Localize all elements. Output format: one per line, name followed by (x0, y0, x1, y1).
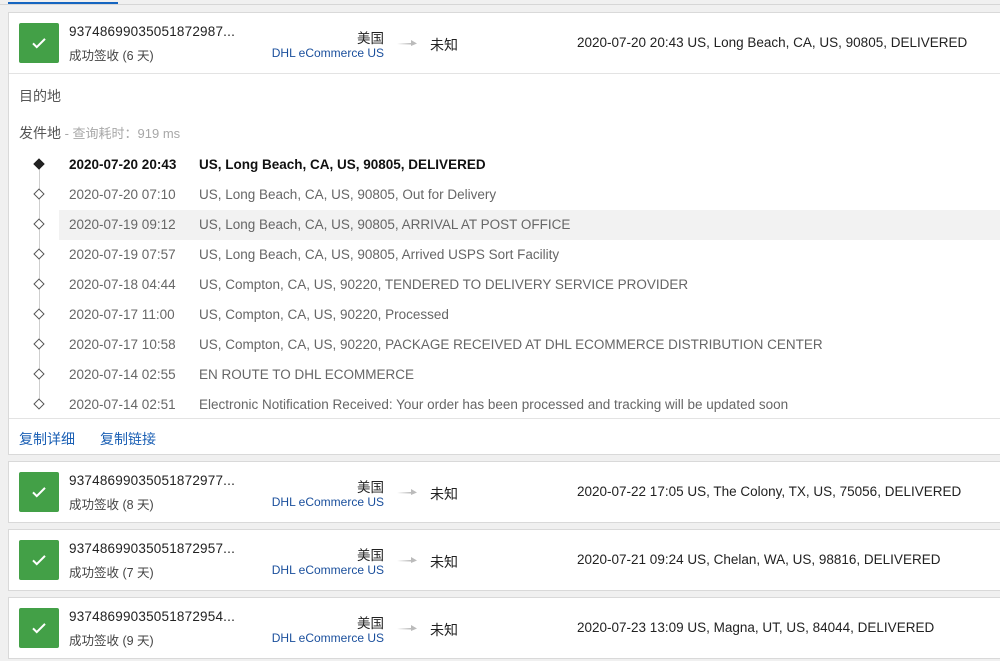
arrow-right-icon (397, 40, 417, 46)
event-date: 2020-07-20 07:10 (69, 187, 176, 202)
card-header[interactable]: 93748699035051872977... 成功签收 (8 天) 美国 DH… (9, 462, 1000, 522)
card-actions: 复制详细 复制链接 (9, 418, 1000, 454)
copy-link-link[interactable]: 复制链接 (100, 429, 156, 449)
diamond-icon (33, 188, 45, 200)
delivered-check-icon (19, 608, 59, 648)
delivery-status: 成功签收 (6 天) (69, 49, 154, 63)
delivered-check-icon (19, 472, 59, 512)
destination-country: 未知 (430, 37, 458, 53)
destination-country: 未知 (430, 622, 458, 638)
event-desc: Electronic Notification Received: Your o… (199, 397, 789, 412)
event-date: 2020-07-17 10:58 (69, 337, 176, 352)
tracking-number[interactable]: 93748699035051872954... (69, 609, 235, 624)
event-date: 2020-07-19 07:57 (69, 247, 176, 262)
timeline-event: 2020-07-20 07:10 US, Long Beach, CA, US,… (9, 180, 1000, 210)
tracking-card-4[interactable]: 93748699035051872954... 成功签收 (9 天) 美国 DH… (8, 597, 1000, 659)
delivery-status: 成功签收 (7 天) (69, 566, 154, 580)
latest-event: 2020-07-23 13:09 US, Magna, UT, US, 8404… (577, 620, 935, 635)
query-time: - 查询耗时：919 ms (61, 126, 181, 141)
timeline-event: 2020-07-14 02:55 EN ROUTE TO DHL ECOMMER… (9, 360, 1000, 390)
origin-country: 美国 (357, 31, 384, 46)
latest-event: 2020-07-21 09:24 US, Chelan, WA, US, 988… (577, 552, 941, 567)
delivered-check-icon (19, 23, 59, 63)
copy-details-link[interactable]: 复制详细 (19, 429, 75, 449)
carrier-link[interactable]: DHL eCommerce US (272, 495, 384, 509)
arrow-right-icon (397, 625, 417, 631)
diamond-icon (33, 218, 45, 230)
timeline-event: 2020-07-14 02:51 Electronic Notification… (9, 390, 1000, 420)
event-date: 2020-07-19 09:12 (69, 217, 176, 232)
tab-bar-divider (0, 4, 1000, 5)
diamond-icon (33, 308, 45, 320)
event-desc: US, Compton, CA, US, 90220, PACKAGE RECE… (199, 337, 823, 352)
destination-country: 未知 (430, 554, 458, 570)
event-date: 2020-07-14 02:55 (69, 367, 176, 382)
tracking-number[interactable]: 93748699035051872977... (69, 473, 235, 488)
origin-country: 美国 (357, 548, 384, 563)
timeline-event: 2020-07-19 07:57 US, Long Beach, CA, US,… (9, 240, 1000, 270)
origin-label: 发件地 - 查询耗时：919 ms (19, 123, 180, 143)
diamond-filled-icon (33, 158, 45, 170)
event-desc: US, Long Beach, CA, US, 90805, Arrived U… (199, 247, 560, 262)
timeline: 2020-07-20 20:43 US, Long Beach, CA, US,… (9, 150, 1000, 420)
delivery-status: 成功签收 (8 天) (69, 498, 154, 512)
origin-country: 美国 (357, 480, 384, 495)
carrier-link[interactable]: DHL eCommerce US (272, 631, 384, 645)
delivered-check-icon (19, 540, 59, 580)
tracking-details: 目的地 发件地 - 查询耗时：919 ms 2020-07-20 20:43 U… (9, 73, 1000, 418)
latest-event: 2020-07-22 17:05 US, The Colony, TX, US,… (577, 484, 962, 499)
event-desc: US, Compton, CA, US, 90220, TENDERED TO … (199, 277, 689, 292)
diamond-icon (33, 338, 45, 350)
arrow-right-icon (397, 557, 417, 563)
event-desc: US, Long Beach, CA, US, 90805, ARRIVAL A… (199, 217, 571, 232)
card-header[interactable]: 93748699035051872987... 成功签收 (6 天) 美国 DH… (9, 13, 1000, 73)
diamond-icon (33, 248, 45, 260)
latest-event: 2020-07-20 20:43 US, Long Beach, CA, US,… (577, 35, 968, 50)
tracking-number[interactable]: 93748699035051872987... (69, 24, 235, 39)
event-date: 2020-07-18 04:44 (69, 277, 176, 292)
timeline-event: 2020-07-17 10:58 US, Compton, CA, US, 90… (9, 330, 1000, 360)
card-header[interactable]: 93748699035051872954... 成功签收 (9 天) 美国 DH… (9, 598, 1000, 658)
event-date: 2020-07-17 11:00 (69, 307, 175, 322)
event-desc: US, Long Beach, CA, US, 90805, DELIVERED (199, 157, 486, 172)
timeline-event: 2020-07-17 11:00 US, Compton, CA, US, 90… (9, 300, 1000, 330)
tracking-card-2[interactable]: 93748699035051872977... 成功签收 (8 天) 美国 DH… (8, 461, 1000, 523)
destination-label: 目的地 (19, 88, 61, 104)
event-desc: US, Compton, CA, US, 90220, Processed (199, 307, 449, 322)
event-date: 2020-07-20 20:43 (69, 157, 177, 172)
event-desc: US, Long Beach, CA, US, 90805, Out for D… (199, 187, 497, 202)
tracking-card-1[interactable]: 93748699035051872987... 成功签收 (6 天) 美国 DH… (8, 12, 1000, 455)
card-header[interactable]: 93748699035051872957... 成功签收 (7 天) 美国 DH… (9, 530, 1000, 590)
carrier-link[interactable]: DHL eCommerce US (272, 46, 384, 60)
timeline-event: 2020-07-20 20:43 US, Long Beach, CA, US,… (9, 150, 1000, 180)
carrier-link[interactable]: DHL eCommerce US (272, 563, 384, 577)
destination-country: 未知 (430, 486, 458, 502)
tracking-number[interactable]: 93748699035051872957... (69, 541, 235, 556)
diamond-icon (33, 278, 45, 290)
event-desc: EN ROUTE TO DHL ECOMMERCE (199, 367, 415, 382)
origin-label-text: 发件地 (19, 125, 61, 141)
delivery-status: 成功签收 (9 天) (69, 634, 154, 648)
origin-country: 美国 (357, 616, 384, 631)
arrow-right-icon (397, 489, 417, 495)
diamond-icon (33, 398, 45, 410)
timeline-event: 2020-07-18 04:44 US, Compton, CA, US, 90… (9, 270, 1000, 300)
tracking-card-3[interactable]: 93748699035051872957... 成功签收 (7 天) 美国 DH… (8, 529, 1000, 591)
timeline-event-hovered: 2020-07-19 09:12 US, Long Beach, CA, US,… (33, 210, 1000, 240)
event-date: 2020-07-14 02:51 (69, 397, 176, 412)
diamond-icon (33, 368, 45, 380)
